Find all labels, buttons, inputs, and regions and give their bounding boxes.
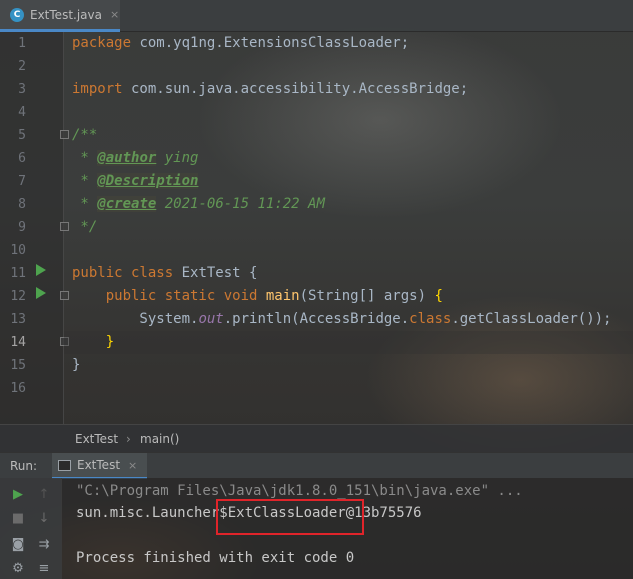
- code-line-3: import com.sun.java.accessibility.Access…: [72, 81, 469, 97]
- close-icon[interactable]: ×: [110, 8, 119, 21]
- run-panel-title: Run:: [10, 459, 38, 473]
- line-number: 3: [18, 82, 26, 97]
- editor-gutter[interactable]: 1 2 3 4 5 6 7 8 9 10 11 12 13 14 15 16: [0, 32, 69, 424]
- line-number: 7: [18, 174, 26, 189]
- line-number: 12: [10, 289, 26, 304]
- print-icon[interactable]: ≡: [36, 560, 52, 576]
- line-number: 8: [18, 197, 26, 212]
- annotation-highlight-box: [216, 499, 364, 535]
- tab-label: ExtTest.java: [30, 7, 102, 22]
- line-number: 13: [10, 312, 26, 327]
- console-exit-line: Process finished with exit code 0: [76, 550, 355, 566]
- up-arrow-icon[interactable]: ↑: [36, 486, 52, 502]
- line-number: 1: [18, 36, 26, 51]
- settings-icon[interactable]: ⚙: [10, 560, 26, 576]
- code-line-8: * @create 2021-06-15 11:22 AM: [72, 196, 325, 212]
- breadcrumb-separator: ›: [126, 432, 131, 446]
- rerun-icon[interactable]: ▶: [10, 486, 26, 502]
- java-class-icon: C: [10, 7, 24, 22]
- run-class-icon[interactable]: [36, 264, 46, 276]
- line-number: 16: [10, 381, 26, 396]
- run-method-icon[interactable]: [36, 287, 46, 299]
- line-number: 6: [18, 151, 26, 166]
- code-line-6: * @author ying: [72, 150, 199, 166]
- code-editor[interactable]: package com.yq1ng.ExtensionsClassLoader;…: [72, 32, 633, 424]
- code-line-7: * @Description: [72, 173, 199, 189]
- breadcrumb: ExtTest › main(): [0, 424, 633, 452]
- editor-tab-bar: C ExtTest.java ×: [0, 0, 633, 32]
- breadcrumb-class[interactable]: ExtTest: [75, 432, 118, 446]
- tab-exttest-java[interactable]: C ExtTest.java ×: [0, 0, 120, 32]
- line-number: 10: [10, 243, 26, 258]
- run-toolbar: ▶ ↑ ■ ↓ ◙ ⇉ ⚙ ≡: [0, 478, 62, 579]
- line-number: 2: [18, 59, 26, 74]
- code-line-11: public class ExtTest {: [72, 265, 258, 281]
- close-icon[interactable]: ×: [128, 459, 137, 472]
- console-icon: [58, 459, 71, 471]
- run-tab-label: ExtTest: [77, 458, 121, 472]
- fold-method-icon[interactable]: [60, 291, 69, 300]
- code-line-1: package com.yq1ng.ExtensionsClassLoader;: [72, 35, 410, 51]
- code-line-15: }: [72, 357, 81, 373]
- code-line-9: */: [72, 219, 98, 235]
- line-number: 9: [18, 220, 26, 235]
- run-panel-header: Run: ExtTest ×: [0, 452, 633, 479]
- fold-comment-end-icon[interactable]: [60, 222, 69, 231]
- line-number: 5: [18, 128, 26, 143]
- line-number: 4: [18, 105, 26, 120]
- line-number: 11: [10, 266, 26, 281]
- run-tab-exttest[interactable]: ExtTest ×: [52, 453, 148, 479]
- fold-comment-icon[interactable]: [60, 130, 69, 139]
- down-arrow-icon[interactable]: ↓: [36, 510, 52, 526]
- line-number: 15: [10, 358, 26, 373]
- code-line-14: }: [72, 334, 115, 350]
- stop-icon[interactable]: ■: [10, 510, 26, 526]
- soft-wrap-icon[interactable]: ⇉: [36, 536, 52, 552]
- line-number-current: 14: [10, 335, 26, 350]
- code-line-12: public static void main(String[] args) {: [72, 288, 443, 304]
- breadcrumb-method[interactable]: main(): [140, 432, 179, 446]
- code-line-13: System.out.println(AccessBridge.class.ge…: [72, 311, 612, 327]
- code-line-5: /**: [72, 127, 98, 143]
- camera-icon[interactable]: ◙: [10, 536, 26, 552]
